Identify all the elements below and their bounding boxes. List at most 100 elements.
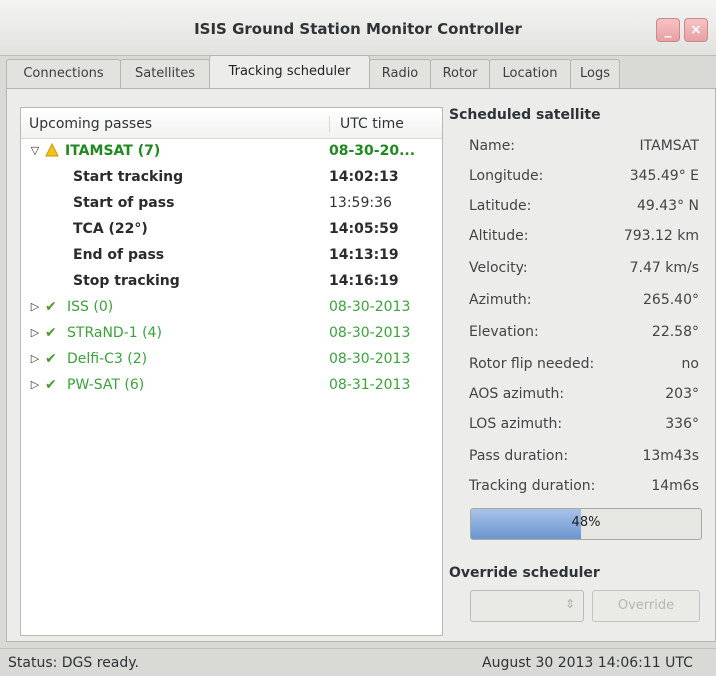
tree-header: Upcoming passes UTC time [21, 108, 442, 139]
tab-radio[interactable]: Radio [369, 59, 431, 88]
event-time: 14:13:19 [329, 247, 399, 263]
event-label: Start of pass [73, 195, 175, 211]
tree-row-strand1[interactable]: ▷ ✔ STRaND-1 (4) 08-30-2013 [21, 321, 442, 345]
override-heading: Override scheduler [449, 565, 600, 581]
event-label: End of pass [73, 247, 165, 263]
field-rotor-flip: Rotor flip needed: no [449, 353, 705, 375]
checkmark-icon: ✔ [45, 377, 57, 393]
expand-triangle-icon[interactable]: ▷ [29, 321, 41, 345]
event-label: Stop tracking [73, 273, 180, 289]
minimize-button[interactable]: _ [656, 18, 680, 42]
field-value: 345.49° E [629, 168, 699, 184]
event-label: Start tracking [73, 169, 184, 185]
field-value: 793.12 km [623, 228, 699, 244]
pass-date: 08-31-2013 [329, 377, 411, 393]
event-time: 14:16:19 [329, 273, 399, 289]
field-value: ITAMSAT [639, 138, 699, 154]
field-key: Velocity: [469, 260, 528, 276]
expand-triangle-icon[interactable]: ▷ [29, 347, 41, 371]
passes-tree[interactable]: Upcoming passes UTC time ▽ ITAMSAT (7) 0… [20, 107, 443, 636]
expand-triangle-icon[interactable]: ▷ [29, 373, 41, 397]
field-value: 7.47 km/s [629, 260, 699, 276]
column-header-utc[interactable]: UTC time [329, 116, 404, 132]
tree-row[interactable]: Start tracking 14:02:13 [21, 165, 442, 189]
close-button[interactable]: × [684, 18, 708, 42]
field-value: 265.40° [643, 292, 699, 308]
tree-row-itamsat[interactable]: ▽ ITAMSAT (7) 08-30-20... [21, 139, 442, 163]
field-key: Altitude: [469, 228, 529, 244]
pass-date: 08-30-2013 [329, 351, 411, 367]
checkmark-icon: ✔ [45, 351, 57, 367]
field-value: 336° [665, 416, 699, 432]
satellite-select[interactable]: ⇕ [470, 590, 584, 622]
field-pass-duration: Pass duration: 13m43s [449, 445, 705, 467]
field-value: 22.58° [651, 324, 699, 340]
tree-row-iss[interactable]: ▷ ✔ ISS (0) 08-30-2013 [21, 295, 442, 319]
field-key: Longitude: [469, 168, 544, 184]
tab-connections[interactable]: Connections [6, 59, 121, 88]
tracking-progress-bar: 48% [470, 508, 702, 540]
column-header-passes[interactable]: Upcoming passes [29, 116, 152, 132]
field-azimuth: Azimuth: 265.40° [449, 289, 705, 311]
satellite-name: STRaND-1 (4) [67, 325, 162, 341]
pass-date: 08-30-20... [329, 143, 416, 159]
override-button[interactable]: Override [592, 590, 700, 622]
tab-bar: Connections Satellites Tracking schedule… [6, 55, 714, 89]
tab-satellites[interactable]: Satellites [120, 59, 210, 88]
title-bar: ISIS Ground Station Monitor Controller _… [0, 0, 716, 56]
satellite-name: Delfi-C3 (2) [67, 351, 148, 367]
tree-row[interactable]: Start of pass 13:59:36 [21, 191, 442, 215]
tab-location[interactable]: Location [489, 59, 571, 88]
progress-label: 48% [571, 515, 601, 530]
event-label: TCA (22°) [73, 221, 148, 237]
tree-row[interactable]: Stop tracking 14:16:19 [21, 269, 442, 293]
field-key: Elevation: [469, 324, 539, 340]
tree-row[interactable]: TCA (22°) 14:05:59 [21, 217, 442, 241]
event-time: 13:59:36 [329, 195, 392, 211]
field-key: Pass duration: [469, 448, 569, 464]
event-time: 14:02:13 [329, 169, 399, 185]
field-tracking-duration: Tracking duration: 14m6s [449, 475, 705, 497]
field-elevation: Elevation: 22.58° [449, 321, 705, 343]
field-los-azimuth: LOS azimuth: 336° [449, 413, 705, 435]
field-value: 203° [665, 386, 699, 402]
expand-triangle-icon[interactable]: ▷ [29, 295, 41, 319]
field-value: 14m6s [651, 478, 699, 494]
updown-arrow-icon: ⇕ [564, 597, 575, 611]
field-altitude: Altitude: 793.12 km [449, 225, 705, 247]
field-key: Latitude: [469, 198, 532, 214]
event-time: 14:05:59 [329, 221, 399, 237]
tab-tracking-scheduler[interactable]: Tracking scheduler [209, 55, 370, 89]
collapse-triangle-icon[interactable]: ▽ [29, 139, 41, 163]
tab-rotor[interactable]: Rotor [430, 59, 490, 88]
field-key: LOS azimuth: [469, 416, 563, 432]
checkmark-icon: ✔ [45, 299, 57, 315]
tab-logs[interactable]: Logs [570, 59, 620, 88]
field-value: 49.43° N [636, 198, 699, 214]
field-key: Name: [469, 138, 516, 154]
field-key: Tracking duration: [469, 478, 596, 494]
field-value: 13m43s [642, 448, 699, 464]
field-aos-azimuth: AOS azimuth: 203° [449, 383, 705, 405]
tree-row[interactable]: End of pass 14:13:19 [21, 243, 442, 267]
field-name: Name: ITAMSAT [449, 135, 705, 157]
field-key: Rotor flip needed: [469, 356, 595, 372]
checkmark-icon: ✔ [45, 325, 57, 341]
pass-date: 08-30-2013 [329, 325, 411, 341]
satellite-name: ISS (0) [67, 299, 114, 315]
window-title: ISIS Ground Station Monitor Controller [194, 20, 522, 38]
tree-row-pw-sat[interactable]: ▷ ✔ PW-SAT (6) 08-31-2013 [21, 373, 442, 397]
scheduled-heading: Scheduled satellite [449, 107, 601, 123]
tree-row-delfi-c3[interactable]: ▷ ✔ Delfi-C3 (2) 08-30-2013 [21, 347, 442, 371]
field-velocity: Velocity: 7.47 km/s [449, 257, 705, 279]
pass-date: 08-30-2013 [329, 299, 411, 315]
field-value: no [681, 356, 699, 372]
satellite-name: ITAMSAT (7) [65, 143, 161, 159]
field-key: AOS azimuth: [469, 386, 565, 402]
field-latitude: Latitude: 49.43° N [449, 195, 705, 217]
satellite-name: PW-SAT (6) [67, 377, 145, 393]
status-datetime: August 30 2013 14:06:11 UTC [482, 655, 693, 671]
status-text: Status: DGS ready. [8, 655, 140, 671]
warning-icon [45, 143, 59, 157]
field-key: Azimuth: [469, 292, 532, 308]
